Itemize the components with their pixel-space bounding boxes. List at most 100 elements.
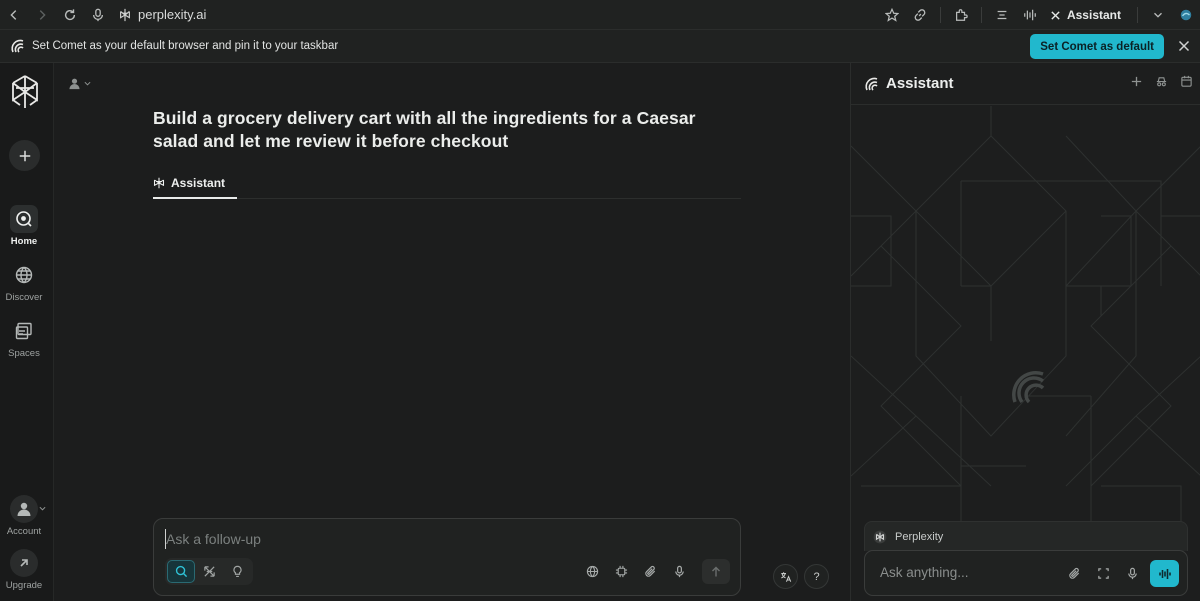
labs-mode-button[interactable] [223, 560, 251, 583]
perplexity-favicon-icon [120, 8, 130, 21]
infobar-message: Set Comet as your default browser and pi… [32, 40, 339, 52]
assistant-chat-card: Perplexity [864, 521, 1188, 597]
user-icon [69, 78, 80, 90]
extensions-icon[interactable] [947, 0, 975, 30]
comet-logo-icon [11, 39, 24, 53]
audio-wave-icon[interactable] [1016, 0, 1044, 30]
globe-icon [586, 565, 599, 578]
audio-wave-icon [1158, 568, 1171, 579]
toolbar-divider [1137, 7, 1138, 23]
tab-label: Assistant [171, 175, 226, 190]
sidebar-item-label: Upgrade [5, 580, 43, 591]
url-text: perplexity.ai [138, 7, 207, 22]
microphone-icon[interactable] [84, 0, 112, 30]
thread-query-title: Build a grocery delivery cart with all t… [153, 108, 696, 151]
chevron-down-icon [84, 81, 91, 86]
chevron-down-icon[interactable] [1144, 0, 1172, 30]
microphone-icon [675, 565, 684, 578]
assistant-toggle-label: Assistant [1066, 8, 1121, 22]
left-sidebar: Home Discover Spaces Account Upgrade [0, 63, 54, 601]
translate-icon [780, 571, 791, 582]
reload-icon[interactable] [56, 0, 84, 30]
account-avatar-icon [10, 495, 46, 523]
profile-avatar-icon[interactable] [1172, 0, 1200, 30]
history-icon[interactable] [1180, 75, 1193, 88]
chip-icon [615, 565, 628, 578]
spaces-icon [10, 317, 38, 345]
lightbulb-icon [232, 565, 242, 578]
upgrade-arrow-icon [10, 549, 38, 577]
menu-lines-icon[interactable] [988, 0, 1016, 30]
browser-toolbar: perplexity.ai Assistant [0, 0, 1200, 30]
paperclip-icon [645, 565, 656, 577]
tab-assistant[interactable]: Assistant [153, 168, 238, 199]
thread-tabs: Assistant [153, 168, 741, 199]
microphone-icon [1128, 567, 1137, 580]
assistant-panel-title: Assistant [886, 75, 954, 92]
sidebar-item-home[interactable]: Home [0, 205, 48, 247]
model-select-button[interactable] [609, 559, 634, 584]
forward-icon[interactable] [28, 0, 56, 30]
perplexity-logo-icon [153, 177, 165, 188]
plus-icon [19, 150, 30, 161]
default-browser-infobar: Set Comet as your default browser and pi… [0, 30, 1200, 63]
close-icon[interactable] [1176, 38, 1192, 54]
toolbar-divider [939, 7, 941, 23]
paperclip-icon [1069, 567, 1080, 579]
chevron-down-icon [39, 506, 46, 511]
sidebar-item-label: Home [10, 236, 38, 247]
set-default-button[interactable]: Set Comet as default [1030, 34, 1164, 59]
search-icon [175, 565, 187, 578]
dictation-button[interactable] [667, 559, 692, 584]
sidebar-account[interactable]: Account [0, 495, 48, 537]
screenshot-icon [1098, 568, 1109, 579]
arrow-up-icon [712, 566, 720, 576]
composer-tools [580, 558, 730, 585]
attach-button[interactable] [638, 559, 663, 584]
voice-mode-button[interactable] [1150, 560, 1179, 587]
assistant-toggle[interactable]: Assistant [1044, 8, 1131, 22]
submit-button[interactable] [702, 559, 730, 584]
sidebar-item-label: Discover [5, 292, 43, 303]
incognito-icon[interactable] [1155, 75, 1168, 88]
screenshot-button[interactable] [1092, 560, 1115, 587]
comet-logo-icon [865, 77, 878, 91]
plus-icon[interactable] [1130, 75, 1143, 88]
thread-main: Build a grocery delivery cart with all t… [54, 63, 850, 601]
sources-globe-button[interactable] [580, 559, 605, 584]
link-icon[interactable] [906, 0, 934, 30]
perplexity-favicon-icon [873, 530, 887, 543]
context-tab-perplexity[interactable]: Perplexity [864, 521, 1188, 551]
new-thread-button[interactable] [9, 140, 40, 171]
research-mode-button[interactable] [195, 560, 223, 583]
sidebar-item-discover[interactable]: Discover [0, 261, 48, 303]
address-bar[interactable]: perplexity.ai [118, 7, 206, 22]
assistant-panel-header: Assistant [851, 63, 1200, 105]
sidebar-item-label: Account [6, 526, 42, 537]
attach-button[interactable] [1063, 560, 1086, 587]
toolbar-divider [980, 7, 982, 23]
research-icon [203, 566, 215, 577]
profile-switcher[interactable] [68, 77, 91, 90]
dictation-button[interactable] [1121, 560, 1144, 587]
perplexity-logo-icon[interactable] [10, 75, 40, 109]
close-icon [1051, 10, 1060, 20]
search-mode-selector [165, 558, 253, 585]
assistant-ask-input[interactable] [880, 565, 1050, 580]
assistant-ask-box [864, 550, 1188, 596]
bookmark-star-icon[interactable] [878, 0, 906, 30]
home-search-icon [10, 205, 38, 233]
follow-up-composer [153, 518, 741, 596]
context-tab-label: Perplexity [895, 530, 944, 543]
sidebar-item-label: Spaces [8, 348, 40, 359]
back-icon[interactable] [0, 0, 28, 30]
sidebar-item-spaces[interactable]: Spaces [0, 317, 48, 359]
search-mode-button[interactable] [167, 560, 195, 583]
assistant-panel: Assistant Perplexity [850, 63, 1200, 601]
sidebar-upgrade[interactable]: Upgrade [0, 549, 48, 591]
decorative-background-pattern [851, 106, 1200, 526]
language-button[interactable] [773, 564, 798, 589]
help-icon: ? [813, 570, 820, 583]
help-button[interactable]: ? [804, 564, 829, 589]
follow-up-input[interactable] [165, 529, 725, 549]
